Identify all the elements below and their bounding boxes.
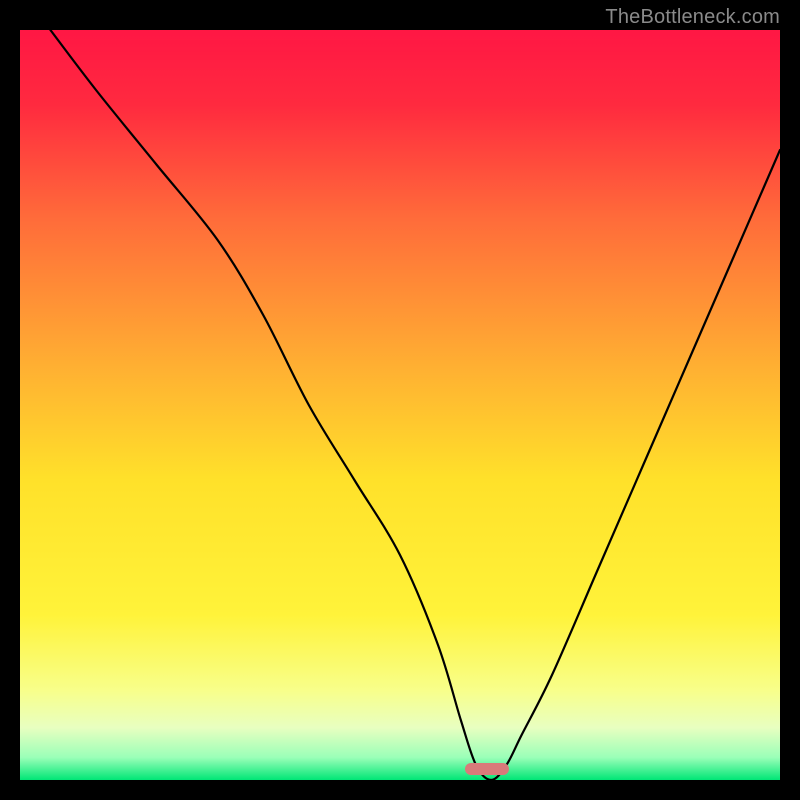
chart-frame: TheBottleneck.com bbox=[0, 0, 800, 800]
bottleneck-curve bbox=[20, 30, 780, 780]
optimal-marker bbox=[465, 763, 509, 775]
watermark-text: TheBottleneck.com bbox=[605, 6, 780, 29]
plot-area bbox=[20, 30, 780, 780]
